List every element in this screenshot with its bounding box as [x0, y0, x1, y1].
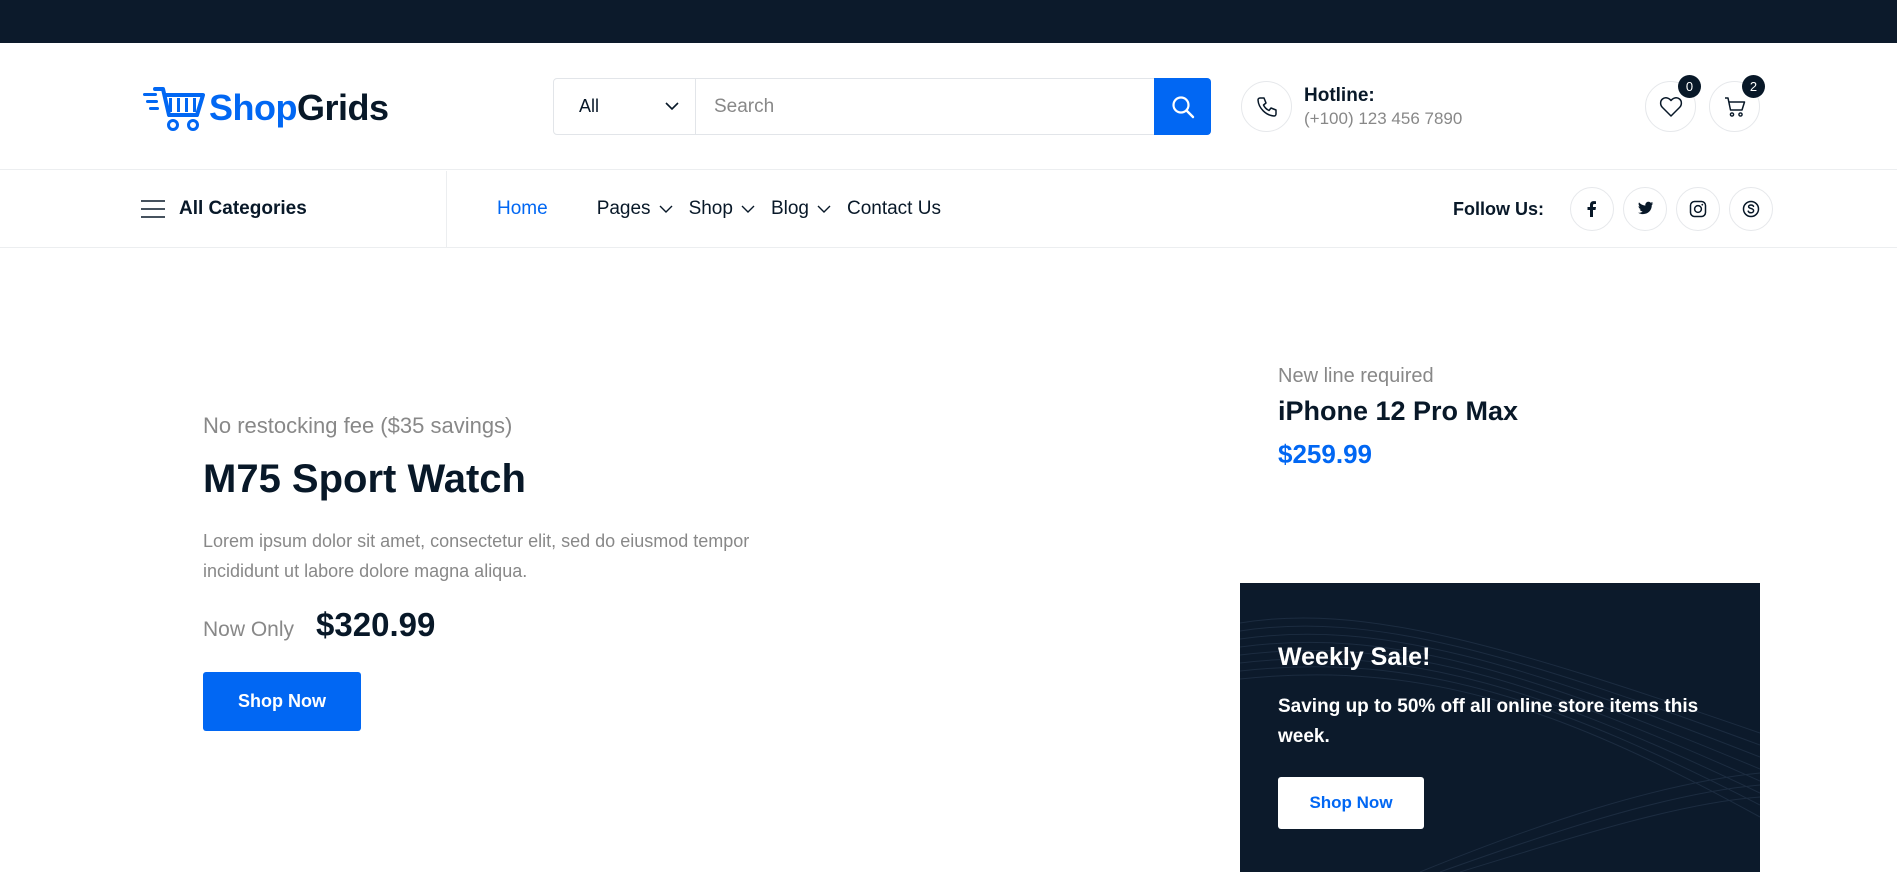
chevron-down-icon — [665, 102, 679, 111]
wishlist-count-badge: 0 — [1678, 75, 1701, 98]
category-select-value: All — [579, 96, 600, 116]
search-icon — [1171, 95, 1194, 118]
side-product-banner[interactable]: New line required iPhone 12 Pro Max $259… — [1278, 365, 1518, 470]
follow-us: Follow Us: — [1453, 171, 1773, 247]
chevron-down-icon — [659, 205, 673, 213]
instagram-icon[interactable] — [1676, 187, 1720, 231]
brand-name-grids: Grids — [296, 87, 389, 128]
header: ShopGrids All Hotline: (+100) 123 456 78… — [0, 43, 1897, 170]
hotline-label: Hotline: — [1304, 84, 1375, 106]
promo-text: Saving up to 50% off all online store it… — [1278, 696, 1699, 747]
cart-count-badge: 2 — [1742, 75, 1765, 98]
cart-button[interactable]: 2 — [1709, 75, 1765, 132]
follow-us-label: Follow Us: — [1453, 198, 1544, 219]
promo-shop-now-button[interactable]: Shop Now — [1278, 777, 1424, 829]
phone-icon — [1241, 81, 1292, 132]
hero-shop-now-button[interactable]: Shop Now — [203, 672, 361, 731]
top-bar — [0, 0, 1897, 43]
logo[interactable]: ShopGrids — [143, 83, 389, 133]
hamburger-icon — [141, 200, 165, 218]
chevron-down-icon — [741, 205, 755, 213]
nav-item-label: Contact Us — [846, 198, 941, 219]
side-product-subtitle: New line required — [1278, 365, 1434, 387]
skype-icon[interactable] — [1729, 187, 1773, 231]
twitter-icon[interactable] — [1623, 187, 1667, 231]
side-product-title: iPhone 12 Pro Max — [1278, 396, 1519, 426]
hero-title: M75 Sport Watch — [203, 457, 526, 501]
hero-price: $320.99 — [316, 606, 436, 643]
nav-item-pages[interactable]: Pages — [597, 198, 673, 220]
facebook-icon[interactable] — [1570, 187, 1614, 231]
side-product-price: $259.99 — [1278, 439, 1372, 469]
chevron-down-icon — [817, 205, 831, 213]
hero-slide: No restocking fee ($35 savings) M75 Spor… — [203, 413, 823, 731]
nav-item-contact-us[interactable]: Contact Us — [847, 198, 941, 220]
hero-subtitle: No restocking fee ($35 savings) — [203, 413, 513, 438]
all-categories-toggle[interactable]: All Categories — [141, 171, 447, 247]
nav-menu: Home Pages Shop Blog Contact Us — [497, 171, 965, 247]
nav-item-shop[interactable]: Shop — [689, 198, 755, 220]
search-button[interactable] — [1154, 78, 1211, 135]
category-select[interactable]: All — [554, 79, 696, 134]
nav-item-label: Shop — [688, 198, 733, 219]
hotline: Hotline: (+100) 123 456 7890 — [1241, 81, 1462, 132]
main-navbar: All Categories Home Pages Shop Blog Cont… — [0, 171, 1897, 248]
promo-title: Weekly Sale! — [1278, 643, 1431, 671]
cart-logo-icon — [143, 87, 205, 131]
hero-price-row: Now Only $320.99 — [203, 606, 823, 644]
brand-name-shop: Shop — [209, 87, 297, 128]
nav-item-label: Home — [497, 198, 548, 219]
header-actions: 0 2 — [1645, 75, 1765, 132]
nav-item-label: Pages — [596, 198, 651, 219]
nav-item-label: Blog — [770, 198, 809, 219]
hero-description: Lorem ipsum dolor sit amet, consectetur … — [203, 531, 750, 581]
brand-name: ShopGrids — [209, 87, 389, 129]
nav-item-blog[interactable]: Blog — [771, 198, 831, 220]
weekly-sale-banner: Weekly Sale! Saving up to 50% off all on… — [1240, 583, 1760, 872]
nav-item-home[interactable]: Home — [497, 198, 548, 220]
hotline-number[interactable]: (+100) 123 456 7890 — [1304, 109, 1462, 129]
cart-icon — [1724, 96, 1745, 117]
hero-price-label: Now Only — [203, 618, 295, 641]
search-input[interactable] — [696, 79, 1154, 134]
wishlist-button[interactable]: 0 — [1645, 75, 1701, 132]
heart-icon — [1659, 96, 1682, 117]
all-categories-label: All Categories — [179, 198, 307, 219]
search-bar: All — [553, 78, 1211, 135]
